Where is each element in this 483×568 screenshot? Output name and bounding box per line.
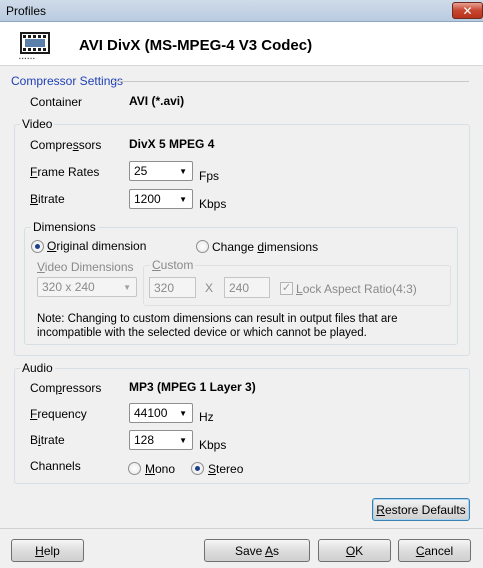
frequency-select[interactable]: 44100 ▼ [129,403,193,423]
compressor-settings-title: Compressor Settings [11,74,124,88]
title-bar: Profiles ✕ [0,0,483,22]
help-button[interactable]: Help [11,539,84,562]
video-dimensions-value: 320 x 240 [42,280,95,294]
chevron-down-icon: ▼ [123,283,131,292]
profile-title: AVI DivX (MS-MPEG-4 V3 Codec) [79,37,313,54]
video-bitrate-label: Bitrate [30,192,65,206]
stereo-radio[interactable] [191,462,204,475]
frequency-unit: Hz [199,410,214,424]
ok-button[interactable]: OK [318,539,391,562]
audio-group-title: Audio [20,361,55,375]
lock-aspect-label[interactable]: Lock Aspect Ratio(4:3) [296,282,417,296]
footer-divider [0,528,483,529]
video-group-title: Video [20,117,55,131]
frame-rates-label: Frame Rates [30,165,100,179]
dimensions-group-title: Dimensions [31,220,98,234]
mono-label[interactable]: Mono [145,462,175,476]
video-compressors-value: DivX 5 MPEG 4 [129,137,215,151]
change-dimensions-radio[interactable] [196,240,209,253]
audio-bitrate-unit: Kbps [199,438,227,452]
video-dimensions-select[interactable]: 320 x 240 ▼ [37,277,137,297]
frame-rates-value: 25 [134,164,148,178]
chevron-down-icon: ▼ [179,195,187,204]
video-bitrate-unit: Kbps [199,197,227,211]
custom-group-title: Custom [150,258,196,272]
chevron-down-icon: ▼ [179,409,187,418]
audio-compressors-value: MP3 (MPEG 1 Layer 3) [129,380,256,394]
audio-bitrate-value: 128 [134,433,155,447]
container-value: AVI (*.avi) [129,94,185,108]
dimensions-note: Note: Changing to custom dimensions can … [37,313,398,339]
change-dimensions-label[interactable]: Change dimensions [212,240,318,254]
custom-height-input[interactable]: 240 [224,277,270,298]
save-as-label: Save As [234,543,280,558]
compressor-settings-divider [113,81,469,82]
close-button[interactable]: ✕ [452,2,483,19]
original-dimension-label[interactable]: Original dimension [47,239,146,253]
frequency-label: Frequency [30,407,87,421]
stereo-label[interactable]: Stereo [208,462,243,476]
audio-bitrate-label: Bitrate [30,433,65,447]
film-icon [20,32,50,54]
video-bitrate-value: 1200 [134,192,161,206]
ok-label: OK [345,543,364,558]
container-label: Container [30,95,83,109]
restore-defaults-label: Restore Defaults [376,502,466,517]
frame-rates-unit: Fps [199,169,220,183]
chevron-down-icon: ▼ [179,436,187,445]
custom-x-label: X [205,281,214,295]
cancel-button[interactable]: Cancel [398,539,471,562]
save-as-button[interactable]: Save As [204,539,310,562]
mono-radio[interactable] [128,462,141,475]
cancel-label: Cancel [415,543,454,558]
custom-width-input[interactable]: 320 [149,277,196,298]
video-bitrate-select[interactable]: 1200 ▼ [129,189,193,209]
audio-bitrate-select[interactable]: 128 ▼ [129,430,193,450]
original-dimension-radio[interactable] [31,240,44,253]
window-title: Profiles [6,4,47,18]
video-dimensions-label: Video Dimensions [37,260,134,274]
channels-label: Channels [30,459,81,473]
lock-aspect-checkbox[interactable]: ✓ [280,282,293,295]
frequency-value: 44100 [134,406,168,420]
film-icon-caption: ▪▪▪▪▪▪ [19,56,36,62]
audio-compressors-label: Compressors [30,381,102,395]
help-label: Help [35,543,60,558]
restore-defaults-button[interactable]: Restore Defaults [372,498,470,521]
frame-rates-select[interactable]: 25 ▼ [129,161,193,181]
video-compressors-label: Compressors [30,138,102,152]
close-icon: ✕ [462,3,473,18]
chevron-down-icon: ▼ [179,167,187,176]
